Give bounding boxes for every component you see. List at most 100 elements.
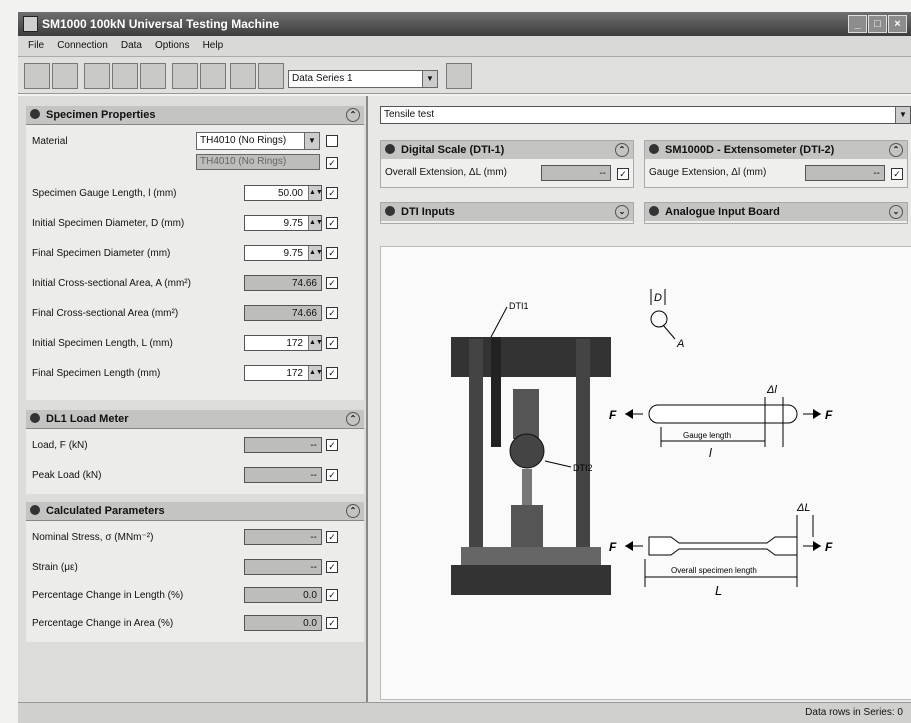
specimen-row: Initial Specimen Length, L (mm) 172 ▲▼ ✓ bbox=[32, 334, 360, 354]
data-series-value: Data Series 1 bbox=[292, 73, 353, 84]
expand-icon[interactable]: ⌄ bbox=[889, 205, 903, 219]
row-checkbox[interactable]: ✓ bbox=[326, 617, 338, 629]
row-checkbox[interactable]: ✓ bbox=[326, 187, 338, 199]
menu-file[interactable]: File bbox=[28, 40, 44, 51]
open-folder-icon[interactable] bbox=[84, 63, 110, 89]
connect-icon[interactable] bbox=[24, 63, 50, 89]
test-select[interactable]: Tensile test ▼ bbox=[380, 106, 911, 124]
row-checkbox[interactable]: ✓ bbox=[326, 217, 338, 229]
settings-icon[interactable] bbox=[200, 63, 226, 89]
material-sub-checkbox[interactable]: ✓ bbox=[326, 157, 338, 169]
material-select[interactable]: TH4010 (No Rings) ▼ bbox=[196, 132, 320, 150]
spin-icon[interactable]: ▲▼ bbox=[308, 246, 323, 260]
final-length-stepper[interactable]: 172 ▲▼ bbox=[244, 365, 323, 381]
data-series-select[interactable]: Data Series 1 ▼ bbox=[288, 70, 438, 88]
disconnect-icon[interactable] bbox=[52, 63, 78, 89]
collapse-icon[interactable]: ⌃ bbox=[615, 143, 629, 157]
area-change-row: Percentage Change in Area (%) 0.0 ✓ bbox=[32, 614, 360, 634]
initial-length-stepper[interactable]: 172 ▲▼ bbox=[244, 335, 323, 351]
dti1-label: DTI1 bbox=[509, 301, 529, 311]
left-pane: Specimen Properties ⌃ Material TH4010 (N… bbox=[18, 96, 368, 708]
peak-load-field: -- bbox=[244, 467, 322, 483]
minimize-button[interactable]: _ bbox=[848, 15, 867, 33]
material-sub-row: TH4010 (No Rings) ✓ bbox=[32, 154, 360, 174]
menu-options[interactable]: Options bbox=[155, 40, 189, 51]
initial-diameter-stepper[interactable]: 9.75 ▲▼ bbox=[244, 215, 323, 231]
row-checkbox[interactable]: ✓ bbox=[326, 367, 338, 379]
panel-header[interactable]: Digital Scale (DTI-1) ⌃ bbox=[381, 141, 633, 159]
section-header[interactable]: DL1 Load Meter ⌃ bbox=[26, 410, 364, 429]
load-meter-section: DL1 Load Meter ⌃ Load, F (kN) -- ✓ Peak … bbox=[26, 410, 364, 494]
menu-connection[interactable]: Connection bbox=[57, 40, 108, 51]
overall-extension-checkbox[interactable]: ✓ bbox=[617, 168, 629, 180]
row-checkbox[interactable]: ✓ bbox=[326, 247, 338, 259]
row-label: Final Cross-sectional Area (mm²) bbox=[32, 308, 179, 319]
peak-load-row: Peak Load (kN) -- ✓ bbox=[32, 466, 360, 486]
overall-length-symbol: L bbox=[715, 583, 722, 598]
row-checkbox[interactable]: ✓ bbox=[326, 531, 338, 543]
force-left-label: F bbox=[609, 408, 617, 422]
close-button[interactable]: × bbox=[888, 15, 907, 33]
chart-icon[interactable] bbox=[258, 63, 284, 89]
strain-field: -- bbox=[244, 559, 322, 575]
panel-header[interactable]: DTI Inputs ⌄ bbox=[381, 203, 633, 221]
length-change-field: 0.0 bbox=[244, 587, 322, 603]
panel-title: SM1000D - Extensometer (DTI-2) bbox=[665, 144, 835, 156]
row-checkbox[interactable]: ✓ bbox=[326, 469, 338, 481]
collapse-icon[interactable]: ⌃ bbox=[346, 412, 360, 426]
analogue-input-panel: Analogue Input Board ⌄ bbox=[644, 202, 908, 224]
material-checkbox[interactable] bbox=[326, 135, 338, 147]
section-header[interactable]: Calculated Parameters ⌃ bbox=[26, 502, 364, 521]
collapse-icon[interactable]: ⌃ bbox=[346, 108, 360, 122]
expand-icon[interactable]: ⌄ bbox=[615, 205, 629, 219]
specimen-row: Final Cross-sectional Area (mm²) 74.66 ✓ bbox=[32, 304, 360, 324]
overall-extension-symbol: ΔL bbox=[796, 502, 811, 514]
section-title: Calculated Parameters bbox=[46, 505, 165, 517]
gauge-length-label: Gauge length bbox=[683, 431, 731, 440]
spin-icon[interactable]: ▲▼ bbox=[308, 366, 323, 380]
table-icon[interactable] bbox=[230, 63, 256, 89]
app-icon bbox=[23, 16, 38, 32]
gauge-extension-field: -- bbox=[805, 165, 885, 181]
save-icon[interactable] bbox=[112, 63, 138, 89]
print-icon[interactable] bbox=[140, 63, 166, 89]
section-header[interactable]: Specimen Properties ⌃ bbox=[26, 106, 364, 125]
strain-row: Strain (με) -- ✓ bbox=[32, 558, 360, 578]
panel-header[interactable]: SM1000D - Extensometer (DTI-2) ⌃ bbox=[645, 141, 907, 159]
panel-title: Digital Scale (DTI-1) bbox=[401, 144, 505, 156]
gauge-extension-checkbox[interactable]: ✓ bbox=[891, 168, 903, 180]
row-checkbox[interactable]: ✓ bbox=[326, 589, 338, 601]
diameter-label: D bbox=[654, 292, 662, 304]
row-checkbox[interactable]: ✓ bbox=[326, 439, 338, 451]
dti1-leader bbox=[490, 306, 508, 338]
initial-area-field: 74.66 bbox=[244, 275, 322, 291]
specimen-row: Specimen Gauge Length, l (mm) 50.00 ▲▼ ✓ bbox=[32, 184, 360, 204]
section-icon bbox=[30, 109, 40, 119]
collapse-icon[interactable]: ⌃ bbox=[346, 504, 360, 518]
spin-icon[interactable]: ▲▼ bbox=[308, 336, 323, 350]
maximize-button[interactable]: □ bbox=[868, 15, 887, 33]
spin-icon[interactable]: ▲▼ bbox=[308, 186, 323, 200]
chevron-down-icon: ▼ bbox=[422, 71, 437, 87]
menu-data[interactable]: Data bbox=[121, 40, 142, 51]
export-icon[interactable] bbox=[446, 63, 472, 89]
row-label: Nominal Stress, σ (MNm⁻²) bbox=[32, 532, 154, 543]
gauge-length-stepper[interactable]: 50.00 ▲▼ bbox=[244, 185, 323, 201]
spin-icon[interactable]: ▲▼ bbox=[308, 216, 323, 230]
final-diameter-stepper[interactable]: 9.75 ▲▼ bbox=[244, 245, 323, 261]
row-checkbox[interactable]: ✓ bbox=[326, 307, 338, 319]
stress-row: Nominal Stress, σ (MNm⁻²) -- ✓ bbox=[32, 528, 360, 548]
collapse-icon[interactable]: ⌃ bbox=[889, 143, 903, 157]
row-checkbox[interactable]: ✓ bbox=[326, 277, 338, 289]
specimen-row: Initial Cross-sectional Area, A (mm²) 74… bbox=[32, 274, 360, 294]
panel-header[interactable]: Analogue Input Board ⌄ bbox=[645, 203, 907, 221]
test-select-value: Tensile test bbox=[384, 109, 435, 120]
row-checkbox[interactable]: ✓ bbox=[326, 561, 338, 573]
tools-icon[interactable] bbox=[172, 63, 198, 89]
row-checkbox[interactable]: ✓ bbox=[326, 337, 338, 349]
menu-help[interactable]: Help bbox=[203, 40, 224, 51]
row-value: -- bbox=[310, 562, 317, 573]
toolbar: Data Series 1 ▼ bbox=[18, 57, 911, 94]
title-bar: SM1000 100kN Universal Testing Machine _… bbox=[18, 12, 911, 36]
row-label: Final Specimen Length (mm) bbox=[32, 368, 161, 379]
